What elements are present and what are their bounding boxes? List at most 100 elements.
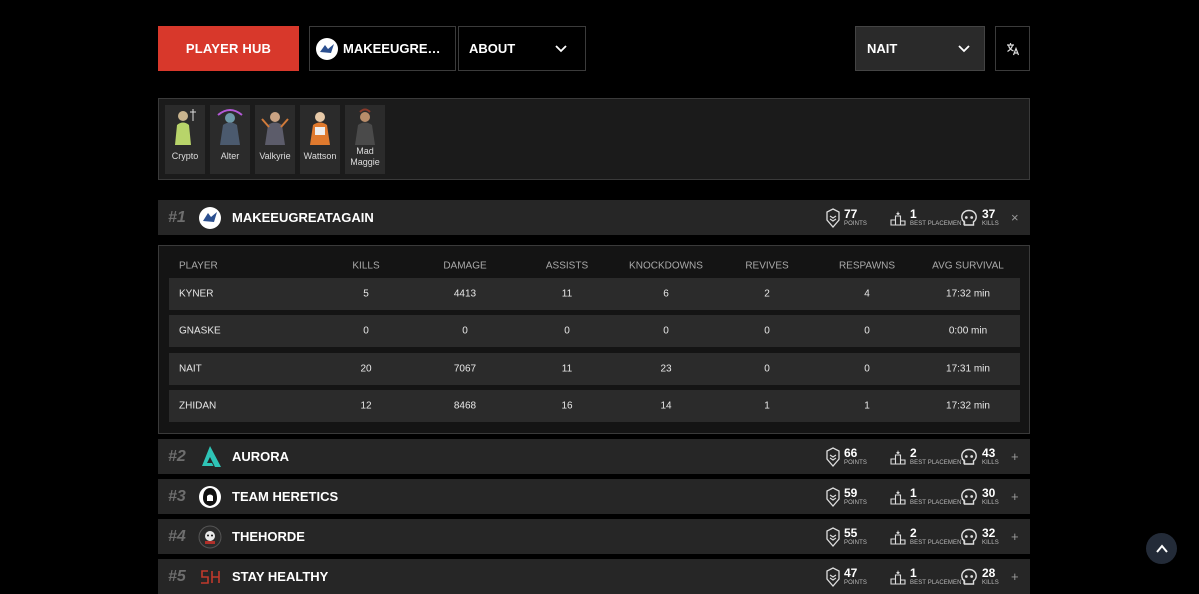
kills-value: 37 xyxy=(982,206,996,221)
kills-stat: 43 KILLS xyxy=(960,439,999,474)
legend-card[interactable]: Mad Maggie xyxy=(345,105,385,174)
skull-icon xyxy=(961,209,977,226)
points-stat: 77 POINTS xyxy=(826,200,867,235)
knockdowns-cell: 14 xyxy=(660,400,672,412)
revives-cell: 1 xyxy=(764,400,770,412)
damage-cell: 8468 xyxy=(453,400,477,412)
player-name: ZHIDAN xyxy=(179,400,217,412)
legend-name: Alter xyxy=(220,151,240,161)
points-label: POINTS xyxy=(844,579,867,586)
best-placement-value: 1 xyxy=(910,565,917,580)
expand-icon[interactable]: + xyxy=(1011,569,1019,584)
top-bar: PLAYER HUB MAKEEUGREAT... ABOUT NAIT xyxy=(158,26,1030,71)
legend-card[interactable]: Valkyrie xyxy=(255,105,295,174)
points-icon xyxy=(826,207,840,228)
points-value: 55 xyxy=(844,525,858,540)
team-rank: #5 xyxy=(168,567,186,585)
best-placement-value: 1 xyxy=(910,485,917,500)
team-rank: #2 xyxy=(168,447,186,465)
points-label: POINTS xyxy=(844,539,867,546)
thehorde-logo-icon xyxy=(198,525,222,549)
points-icon xyxy=(826,486,840,507)
collapse-icon[interactable]: × xyxy=(1011,210,1019,225)
points-value: 66 xyxy=(844,445,858,460)
kills-value: 43 xyxy=(982,445,996,460)
best-placement-label: BEST PLACEMENT xyxy=(910,220,966,227)
chevron-down-icon xyxy=(958,44,970,52)
avg-survival-cell: 17:32 min xyxy=(946,400,990,412)
skull-icon xyxy=(961,568,977,585)
points-label: POINTS xyxy=(844,220,867,227)
kills-label: KILLS xyxy=(982,539,999,546)
points-icon xyxy=(826,566,840,587)
column-header: PLAYER xyxy=(179,260,218,272)
points-label: POINTS xyxy=(844,499,867,506)
team-row[interactable]: #3 TEAM HERETICS 59 POINTS 1 BEST PLACEMEN… xyxy=(158,479,1030,514)
damage-cell: 4413 xyxy=(453,288,477,300)
legend-card[interactable]: Crypto xyxy=(165,105,205,174)
avg-survival-cell: 17:31 min xyxy=(946,363,990,375)
about-label: ABOUT xyxy=(469,41,516,56)
expand-icon[interactable]: + xyxy=(1011,529,1019,544)
player-hub-button[interactable]: PLAYER HUB xyxy=(158,26,299,71)
kills-label: KILLS xyxy=(982,459,999,466)
assists-cell: 11 xyxy=(561,363,573,375)
valkyrie-portrait-icon xyxy=(261,112,289,145)
player-label: NAIT xyxy=(867,41,898,56)
expand-icon[interactable]: + xyxy=(1011,449,1019,464)
best-placement-label: BEST PLACEMENT xyxy=(910,499,966,506)
placement-icon xyxy=(890,449,906,465)
kills-cell: 5 xyxy=(363,288,369,300)
points-stat: 59 POINTS xyxy=(826,479,867,514)
points-stat: 66 POINTS xyxy=(826,439,867,474)
avg-survival-cell: 17:32 min xyxy=(946,288,990,300)
crypto-portrait-icon xyxy=(175,109,196,145)
table-header: PLAYER KILLS DAMAGE ASSISTS KNOCKDOWNS R… xyxy=(159,258,1029,274)
team-heretics-logo-icon xyxy=(198,485,222,509)
aurora-logo-icon xyxy=(198,445,222,469)
kills-stat: 30 KILLS xyxy=(960,479,999,514)
placement-icon xyxy=(890,569,906,585)
team-logo xyxy=(198,206,222,230)
team-detail-panel: PLAYER KILLS DAMAGE ASSISTS KNOCKDOWNS R… xyxy=(158,245,1030,434)
kills-label: KILLS xyxy=(982,499,999,506)
points-stat: 47 POINTS xyxy=(826,559,867,594)
best-placement-stat: 1 BEST PLACEMENT xyxy=(890,479,965,514)
points-value: 59 xyxy=(844,485,858,500)
language-button[interactable] xyxy=(995,26,1030,71)
expand-icon[interactable]: + xyxy=(1011,489,1019,504)
assists-cell: 16 xyxy=(561,400,573,412)
team-row[interactable]: #4 THEHORDE 55 POINTS 2 BEST PLACEMENT 32 K… xyxy=(158,519,1030,554)
kills-label: KILLS xyxy=(982,220,999,227)
team-row[interactable]: #5 STAY HEALTHY 47 POINTS 1 BEST PLACEMENT… xyxy=(158,559,1030,594)
legend-card[interactable]: Alter xyxy=(210,105,250,174)
best-placement-stat: 2 BEST PLACEMENT xyxy=(890,519,965,554)
kills-stat: 37 KILLS xyxy=(960,200,999,235)
table-row: KYNER 5 4413 11 6 2 4 17:32 min xyxy=(169,278,1020,310)
team-row[interactable]: #2 AURORA 66 POINTS 2 BEST PLACEMENT 43 KIL… xyxy=(158,439,1030,474)
about-dropdown[interactable]: ABOUT xyxy=(458,26,586,71)
column-header: DAMAGE xyxy=(443,260,487,272)
assists-cell: 11 xyxy=(561,288,573,300)
player-dropdown[interactable]: NAIT xyxy=(855,26,985,71)
table-row: ZHIDAN 12 8468 16 14 1 1 17:32 min xyxy=(169,390,1020,422)
column-header: REVIVES xyxy=(745,260,789,272)
team-selector-button[interactable]: MAKEEUGREAT... xyxy=(309,26,456,71)
points-value: 47 xyxy=(844,565,858,580)
best-placement-label: BEST PLACEMENT xyxy=(910,539,966,546)
best-placement-value: 2 xyxy=(910,445,917,460)
team-row[interactable]: #1 MAKEEUGREATAGAIN 77 POINTS 1 BEST PLACE… xyxy=(158,200,1030,235)
legend-name: Valkyrie xyxy=(259,151,291,161)
skull-icon xyxy=(961,488,977,505)
points-value: 77 xyxy=(844,206,858,221)
kills-value: 28 xyxy=(982,565,996,580)
legend-card[interactable]: Wattson xyxy=(300,105,340,174)
kills-cell: 0 xyxy=(363,325,369,337)
damage-cell: 7067 xyxy=(453,363,477,375)
player-name: KYNER xyxy=(179,288,214,300)
best-placement-value: 2 xyxy=(910,525,917,540)
knockdowns-cell: 23 xyxy=(660,363,672,375)
points-stat: 55 POINTS xyxy=(826,519,867,554)
column-header: AVG SURVIVAL xyxy=(932,260,1004,272)
scroll-to-top-button[interactable] xyxy=(1146,533,1177,564)
